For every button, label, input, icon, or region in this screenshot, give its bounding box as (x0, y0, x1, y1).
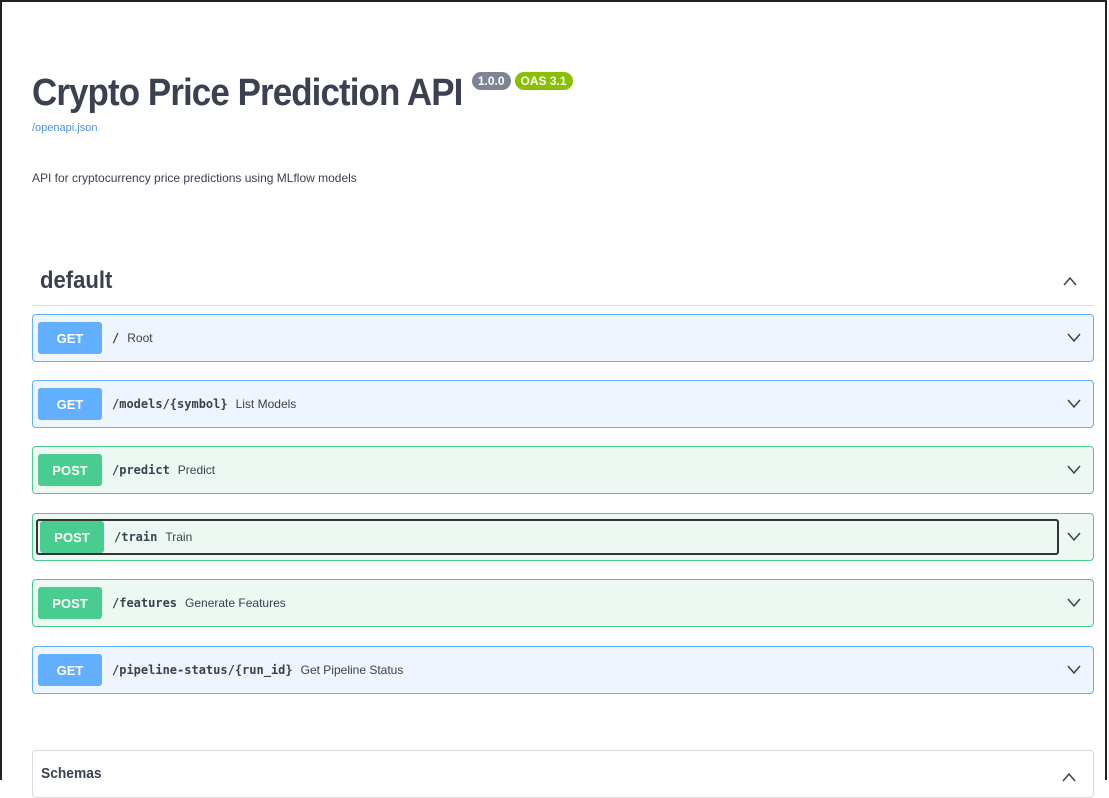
operation-post-features[interactable]: POST /features Generate Features (32, 579, 1094, 627)
operation-summary-text: Root (127, 331, 153, 345)
schemas-section[interactable]: Schemas (32, 750, 1094, 798)
operation-summary[interactable]: GET /models/{symbol} List Models (36, 386, 1059, 422)
oas-badge: OAS 3.1 (514, 72, 573, 90)
operation-get-root[interactable]: GET / Root (32, 314, 1094, 362)
chevron-up-icon[interactable] (1060, 271, 1080, 291)
method-badge: GET (38, 388, 102, 420)
operation-summary-text: Train (165, 530, 193, 544)
chevron-up-icon[interactable] (1059, 767, 1079, 787)
api-description: API for cryptocurrency price predictions… (32, 171, 357, 185)
operation-post-train[interactable]: POST /train Train (32, 513, 1094, 561)
operation-path: /predict (112, 463, 170, 477)
title-row: Crypto Price Prediction API 1.0.0 OAS 3.… (32, 64, 573, 122)
operation-post-predict[interactable]: POST /predict Predict (32, 446, 1094, 494)
operation-path: /pipeline-status/{run_id} (112, 663, 293, 677)
operation-summary-text: Predict (177, 463, 216, 477)
schemas-title: Schemas (41, 765, 102, 782)
chevron-down-icon[interactable] (1059, 532, 1089, 542)
operation-summary[interactable]: POST /features Generate Features (36, 585, 1059, 621)
chevron-down-icon[interactable] (1059, 665, 1089, 675)
api-info: Crypto Price Prediction API 1.0.0 OAS 3.… (32, 64, 573, 134)
operation-path: /models/{symbol} (112, 397, 228, 411)
operation-summary-text: Get Pipeline Status (300, 663, 404, 677)
operation-path: /train (114, 530, 158, 544)
tag-section-default[interactable]: default (32, 256, 1094, 306)
operation-summary-text: List Models (235, 397, 297, 411)
chevron-down-icon[interactable] (1059, 399, 1089, 409)
tag-name: default (40, 266, 113, 294)
operation-summary[interactable]: GET / Root (36, 320, 1059, 356)
operation-get-models[interactable]: GET /models/{symbol} List Models (32, 380, 1094, 428)
operation-summary[interactable]: POST /predict Predict (36, 452, 1059, 488)
chevron-down-icon[interactable] (1059, 465, 1089, 475)
operation-summary[interactable]: POST /train Train (36, 519, 1059, 555)
operation-summary-text: Generate Features (185, 596, 286, 610)
method-badge: POST (38, 454, 102, 486)
chevron-down-icon[interactable] (1059, 598, 1089, 608)
method-badge: GET (38, 322, 102, 354)
operation-get-pipeline-status[interactable]: GET /pipeline-status/{run_id} Get Pipeli… (32, 646, 1094, 694)
operation-path: /features (112, 596, 178, 610)
method-badge: POST (40, 521, 104, 553)
api-title: Crypto Price Prediction API (32, 72, 463, 114)
operation-summary[interactable]: GET /pipeline-status/{run_id} Get Pipeli… (36, 652, 1059, 688)
badges: 1.0.0 OAS 3.1 (471, 72, 573, 90)
method-badge: GET (38, 654, 102, 686)
openapi-json-link[interactable]: /openapi.json (32, 122, 573, 134)
method-badge: POST (38, 587, 102, 619)
chevron-down-icon[interactable] (1059, 333, 1089, 343)
operation-path: / (112, 331, 120, 345)
version-badge: 1.0.0 (471, 72, 511, 90)
